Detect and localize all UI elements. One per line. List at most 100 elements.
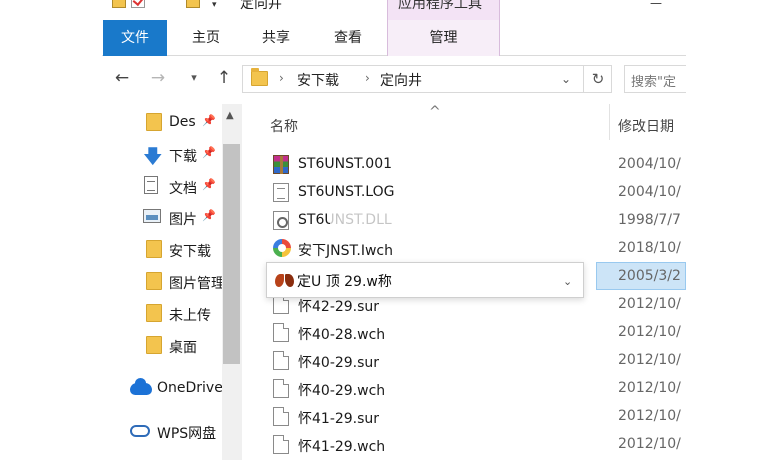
nav-item-anxiazai[interactable]: 安下载 <box>102 235 222 263</box>
file-date: 2012/10/ <box>618 352 681 368</box>
file-name: 怀40-29.wch <box>298 383 386 399</box>
folder-icon <box>251 68 268 86</box>
nav-item-wps-cloud[interactable]: WPS网盘 <box>102 417 222 445</box>
breadcrumb-item[interactable]: 定向井 <box>380 70 422 90</box>
file-name: ST6UNST.001 <box>298 156 393 172</box>
nav-item-label: 图片管理 <box>169 276 225 292</box>
column-header-name[interactable]: 名称 <box>270 116 298 152</box>
file-name: 怀40-29.sur <box>298 355 380 371</box>
tab-view[interactable]: 查看 <box>318 20 378 56</box>
file-icon <box>273 379 289 398</box>
table-row[interactable]: 怀40-28.wch 2012/10/ <box>262 318 686 346</box>
table-row[interactable]: 怀40-29.wch 2012/10/ <box>262 374 686 402</box>
nav-item-label: WPS网盘 <box>157 426 217 442</box>
search-placeholder: 搜索"定 <box>631 75 676 90</box>
tab-home[interactable]: 主页 <box>178 20 234 56</box>
minimize-button[interactable]: — <box>650 0 662 10</box>
nav-item-label: OneDrive <box>157 380 223 396</box>
table-row[interactable]: ST6UNST.LOG 2004/10/ <box>262 178 686 206</box>
navigation-bar: ← → ▾ ↑ › 安下载 › 定向井 ⌄ ↻ 搜索"定 <box>102 62 686 96</box>
file-date: 2004/10/ <box>618 184 681 200</box>
file-icon <box>273 435 289 454</box>
picture-icon <box>143 209 161 223</box>
nav-item-desktop[interactable]: Des 📌 <box>102 108 222 136</box>
file-icon <box>273 351 289 370</box>
navigation-pane: Des 📌 🡇 下载 📌 文档 📌 图片 📌 安下载 图片管理 未上传 桌面 O… <box>102 104 242 460</box>
checkbox-icon[interactable] <box>131 0 145 8</box>
back-arrow-icon[interactable]: ← <box>110 66 134 90</box>
nav-item-label: 安下载 <box>169 244 211 260</box>
table-row[interactable]: 怀40-29.sur 2012/10/ <box>262 346 686 374</box>
file-name: 怀42-29.sur <box>298 299 380 315</box>
chevron-down-icon[interactable]: ⌄ <box>563 275 572 288</box>
butterfly-app-icon <box>275 272 295 290</box>
table-row[interactable]: ST6UNST.001 2004/10/ <box>262 150 686 178</box>
breadcrumb-separator-icon[interactable]: › <box>279 71 284 85</box>
tab-file[interactable]: 文件 <box>103 20 167 56</box>
up-arrow-icon[interactable]: ↑ <box>212 66 236 90</box>
rename-input[interactable]: 定U 顶 29.w称 ⌄ <box>266 262 584 298</box>
table-row[interactable]: ST6UNST.DLL 1998/7/7 <box>262 206 686 234</box>
nav-item-label: 图片 <box>169 212 197 228</box>
context-tab-group-header: 应用程序工具 <box>387 0 500 20</box>
wch-file-icon <box>273 239 291 257</box>
file-name: 怀41-29.sur <box>298 411 380 427</box>
folder-icon <box>146 272 162 290</box>
nav-item-documents[interactable]: 文档 📌 <box>102 172 222 200</box>
quick-access-dropdown-icon[interactable]: ▾ <box>212 0 217 10</box>
chevron-down-icon[interactable]: ⌄ <box>561 72 571 86</box>
window-title: 定向井 <box>240 0 282 12</box>
download-arrow-icon: 🡇 <box>143 146 163 168</box>
address-bar[interactable]: › 安下载 › 定向井 ⌄ ↻ <box>242 65 612 93</box>
file-date: 2012/10/ <box>618 380 681 396</box>
breadcrumb-separator-icon[interactable]: › <box>365 71 370 85</box>
document-icon <box>144 176 158 194</box>
pin-icon: 📌 <box>202 209 216 222</box>
nav-item-label: 下载 <box>169 149 197 165</box>
scrollbar-thumb[interactable] <box>223 144 240 364</box>
table-row[interactable]: 安下JNST.Iwch 2018/10/ <box>262 234 686 262</box>
rename-input-text: 定U 顶 29.w称 <box>297 274 392 290</box>
search-input[interactable]: 搜索"定 <box>624 65 686 93</box>
nav-pane-scrollbar[interactable]: ▲ <box>222 104 242 460</box>
gear-file-icon <box>273 211 289 230</box>
file-date: 2005/3/2 <box>618 268 681 284</box>
tab-share[interactable]: 共享 <box>248 20 304 56</box>
nav-item-downloads[interactable]: 🡇 下载 📌 <box>102 140 222 168</box>
nav-item-not-uploaded[interactable]: 未上传 <box>102 299 222 327</box>
tab-manage[interactable]: 管理 <box>387 20 500 56</box>
folder-icon <box>146 304 162 322</box>
wps-cloud-icon <box>130 425 150 437</box>
nav-item-picture-manager[interactable]: 图片管理 <box>102 267 225 295</box>
file-date: 2012/10/ <box>618 324 681 340</box>
ribbon-tab-bar: 文件 主页 共享 查看 管理 <box>102 20 686 56</box>
nav-item-onedrive[interactable]: OneDrive <box>102 374 223 402</box>
folder-icon[interactable] <box>112 0 126 8</box>
archive-icon <box>273 155 289 174</box>
breadcrumb-item[interactable]: 安下载 <box>297 70 339 90</box>
folder-icon <box>146 113 162 131</box>
scroll-up-arrow-icon[interactable]: ▲ <box>226 110 234 121</box>
nav-item-label: 未上传 <box>169 308 211 324</box>
ime-hint-overlay <box>330 208 420 236</box>
column-divider[interactable] <box>609 104 610 140</box>
recent-locations-chevron-icon[interactable]: ▾ <box>182 66 206 90</box>
refresh-icon[interactable]: ↻ <box>583 66 612 92</box>
table-row[interactable]: 怀41-29.sur 2012/10/ <box>262 402 686 430</box>
nav-item-desktop-cn[interactable]: 桌面 <box>102 331 222 359</box>
onedrive-cloud-icon <box>130 378 152 395</box>
column-header-date[interactable]: 修改日期 <box>618 116 674 152</box>
context-tab-group-label: 应用程序工具 <box>398 0 482 12</box>
table-row[interactable]: 怀41-29.wch 2012/10/ <box>262 430 686 458</box>
file-name: 安下JNST.Iwch <box>298 243 393 259</box>
forward-arrow-icon[interactable]: → <box>146 66 170 90</box>
file-date: 2012/10/ <box>618 296 681 312</box>
file-date: 2018/10/ <box>618 240 681 256</box>
sort-caret-icon: ^ <box>429 104 441 120</box>
file-icon <box>273 407 289 426</box>
file-name: 怀41-29.wch <box>298 439 386 455</box>
title-bar: ▾ 定向井 应用程序工具 — <box>0 0 775 20</box>
folder-icon[interactable] <box>186 0 200 8</box>
nav-item-pictures[interactable]: 图片 📌 <box>102 203 222 231</box>
nav-item-label: 文档 <box>169 181 197 197</box>
